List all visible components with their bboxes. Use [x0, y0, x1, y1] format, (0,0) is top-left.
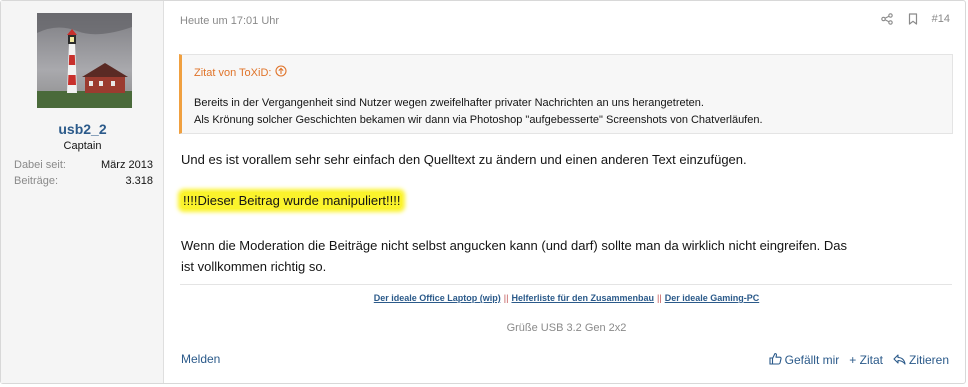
- quote-button[interactable]: + Zitat: [849, 352, 883, 368]
- stat-value: 3.318: [125, 175, 153, 187]
- quote-line: Bereits in der Vergangenheit sind Nutzer…: [194, 97, 704, 109]
- stat-label: Beiträge:: [14, 175, 59, 187]
- report-button[interactable]: Melden: [181, 352, 220, 366]
- share-icon[interactable]: [880, 12, 894, 26]
- signature-link[interactable]: Helferliste für den Zusammenbau: [511, 293, 654, 303]
- message-paragraph: Wenn die Moderation die Beiträge nicht s…: [181, 235, 961, 277]
- signature-separator: ||: [657, 293, 662, 303]
- message-paragraph: Und es ist vorallem sehr sehr einfach de…: [181, 152, 747, 167]
- bookmark-icon[interactable]: [906, 12, 920, 26]
- post-actions: #14: [880, 12, 950, 26]
- signature-links: Der ideale Office Laptop (wip) || Helferli…: [165, 293, 968, 303]
- highlighted-text: !!!!Dieser Beitrag wurde manipuliert!!!!: [181, 192, 403, 209]
- username[interactable]: usb2_2: [1, 121, 164, 137]
- forum-post: usb2_2 Captain Dabei seit: März 2013 Bei…: [0, 0, 966, 384]
- post-footer-actions: Gefällt mir + Zitat Zitieren: [769, 352, 949, 368]
- post-content: Heute um 17:01 Uhr #14 Zitat von ToXiD: …: [165, 1, 965, 383]
- post-number[interactable]: #14: [932, 13, 950, 25]
- highlighted-paragraph: !!!!Dieser Beitrag wurde manipuliert!!!!: [181, 192, 403, 209]
- signature-separator: ||: [503, 293, 509, 303]
- reply-button[interactable]: Zitieren: [893, 352, 949, 368]
- signature-link[interactable]: Der ideale Office Laptop (wip): [374, 293, 501, 303]
- reply-icon: [893, 353, 906, 368]
- avatar[interactable]: [37, 13, 132, 108]
- signature-divider: [180, 284, 952, 285]
- arrow-up-circle-icon: [275, 65, 288, 80]
- quote-author: Zitat von ToXiD:: [194, 66, 272, 79]
- quote-text: Bereits in der Vergangenheit sind Nutzer…: [194, 95, 763, 129]
- reply-label: Zitieren: [908, 353, 949, 367]
- quote-label: + Zitat: [849, 353, 883, 367]
- thumbs-up-icon: [769, 352, 782, 368]
- stat-posts: Beiträge: 3.318: [14, 175, 153, 187]
- post-date[interactable]: Heute um 17:01 Uhr: [180, 15, 279, 27]
- quote-line: Als Krönung solcher Geschichten bekamen …: [194, 114, 763, 126]
- stat-value: März 2013: [101, 159, 153, 171]
- like-button[interactable]: Gefällt mir: [769, 352, 840, 368]
- like-label: Gefällt mir: [784, 353, 840, 367]
- message-line: ist vollkommen richtig so.: [181, 259, 327, 274]
- quote-block: Zitat von ToXiD: Bereits in der Vergange…: [179, 54, 953, 134]
- signature-link[interactable]: Der ideale Gaming-PC: [665, 293, 760, 303]
- signature-greeting: Grüße USB 3.2 Gen 2x2: [506, 322, 627, 334]
- user-title: Captain: [63, 140, 102, 152]
- quote-header[interactable]: Zitat von ToXiD:: [194, 65, 288, 80]
- user-sidebar: usb2_2 Captain Dabei seit: März 2013 Bei…: [1, 1, 164, 383]
- message-line: Wenn die Moderation die Beiträge nicht s…: [181, 238, 848, 253]
- stat-label: Dabei seit:: [14, 159, 66, 171]
- stat-joined: Dabei seit: März 2013: [14, 159, 153, 171]
